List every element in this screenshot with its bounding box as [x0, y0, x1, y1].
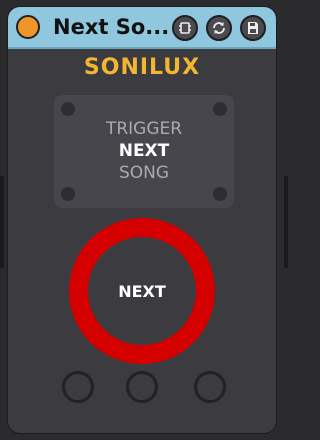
knob-1[interactable] [62, 371, 94, 403]
panel-line-trigger: TRIGGER [105, 119, 183, 139]
device-button[interactable] [172, 15, 198, 41]
knob-3[interactable] [194, 371, 226, 403]
brand-logo: SONILUX [83, 55, 201, 80]
panel-line-song: SONG [118, 163, 170, 183]
screw-top-right [213, 102, 227, 116]
refresh-icon [213, 22, 225, 34]
save-button[interactable] [240, 15, 266, 41]
right-edge-strip [284, 176, 288, 268]
title-bar[interactable]: Next So... [8, 7, 276, 49]
save-icon [248, 22, 258, 34]
window-title: Next So... [53, 15, 170, 39]
knob-2[interactable] [126, 371, 158, 403]
device-icon [179, 22, 191, 34]
status-indicator[interactable] [16, 15, 40, 39]
refresh-button[interactable] [206, 15, 232, 41]
plugin-device: Next So... SONILUX TRIGGER NEXT SONG NEX… [8, 7, 276, 433]
info-panel: TRIGGER NEXT SONG [54, 95, 234, 208]
screw-top-left [61, 102, 75, 116]
next-button-label: NEXT [118, 281, 166, 301]
screw-bottom-right [213, 187, 227, 201]
panel-line-next: NEXT [118, 141, 170, 161]
next-trigger-button[interactable]: NEXT [69, 218, 215, 364]
screw-bottom-left [61, 187, 75, 201]
left-edge-strip [0, 176, 4, 268]
